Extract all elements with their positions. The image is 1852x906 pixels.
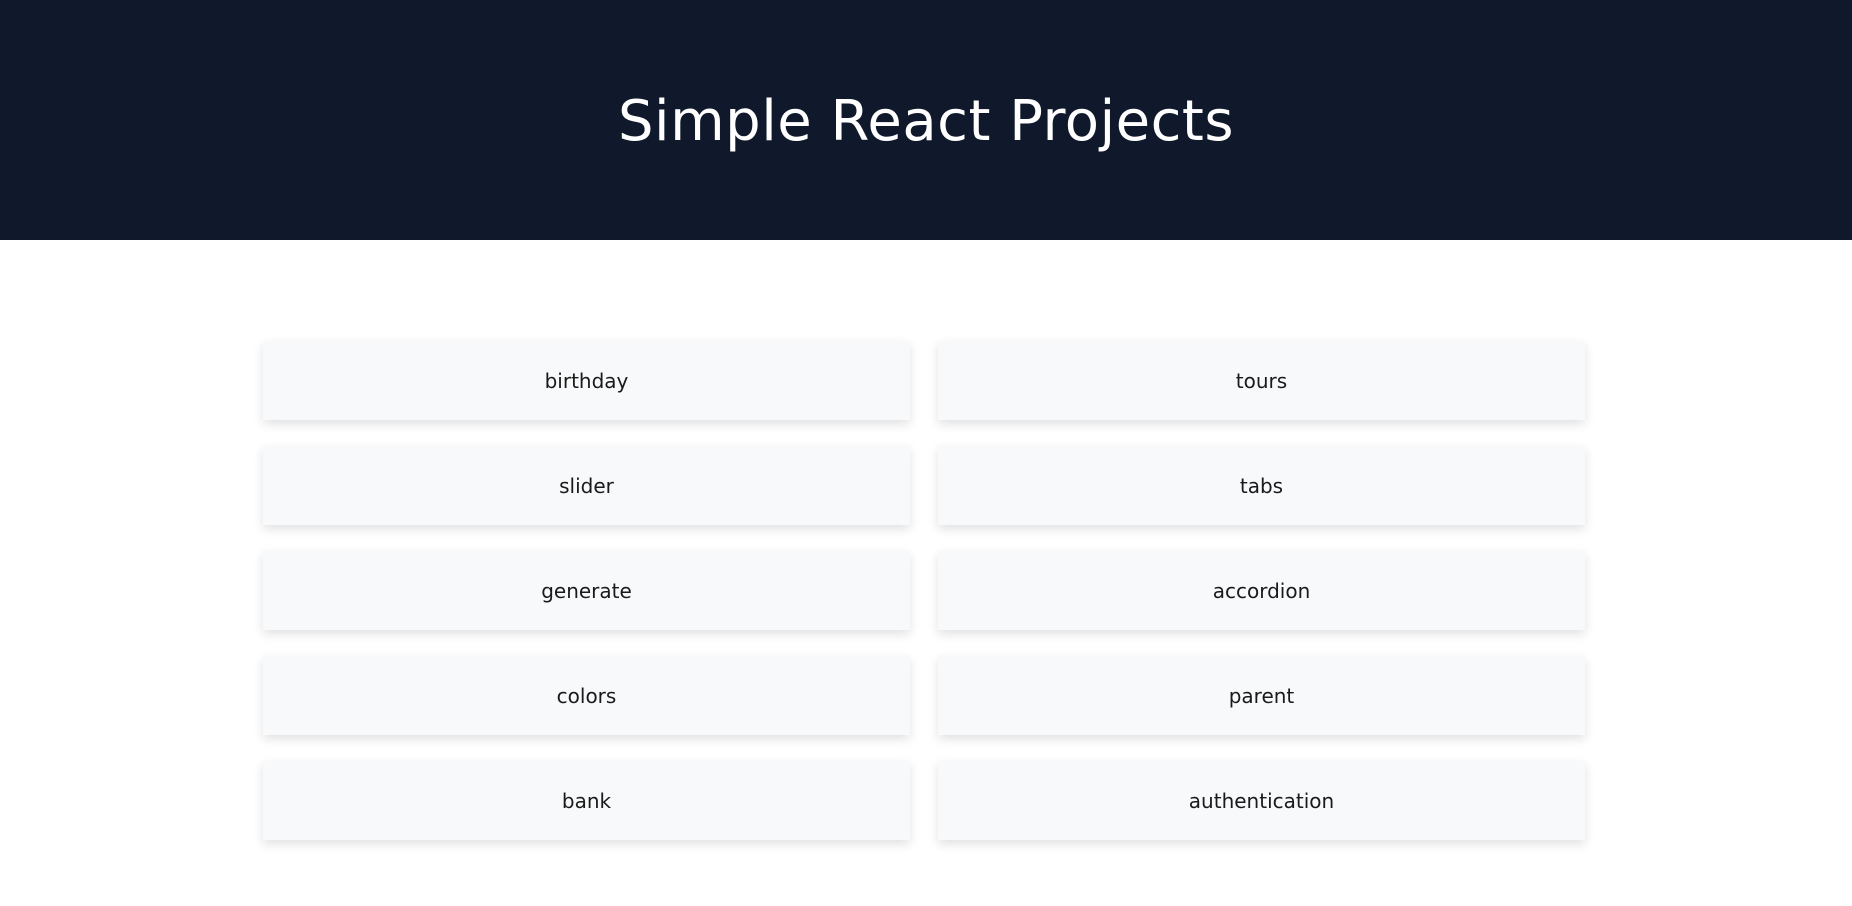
project-card-birthday[interactable]: birthday: [263, 341, 910, 420]
project-card-authentication[interactable]: authentication: [938, 761, 1585, 840]
project-grid: birthday tours slider tabs generate acco…: [263, 341, 1585, 840]
project-card-slider[interactable]: slider: [263, 446, 910, 525]
project-card-parent[interactable]: parent: [938, 656, 1585, 735]
project-card-accordion[interactable]: accordion: [938, 551, 1585, 630]
project-card-bank[interactable]: bank: [263, 761, 910, 840]
project-card-generate[interactable]: generate: [263, 551, 910, 630]
page-title: Simple React Projects: [618, 88, 1234, 154]
page-header: Simple React Projects: [0, 0, 1852, 240]
project-card-tours[interactable]: tours: [938, 341, 1585, 420]
project-card-tabs[interactable]: tabs: [938, 446, 1585, 525]
project-card-colors[interactable]: colors: [263, 656, 910, 735]
